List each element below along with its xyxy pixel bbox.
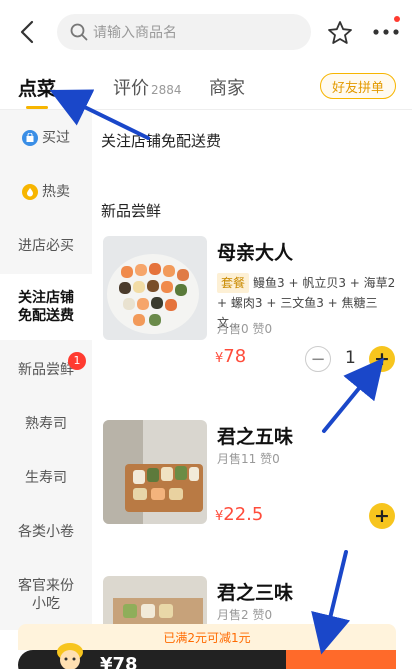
product-name[interactable]: 君之三味 [217, 578, 293, 605]
star-icon[interactable] [326, 19, 354, 47]
tab-bar: 点菜 评价 2884 商家 好友拼单 [0, 64, 412, 110]
sidebar-item-must-buy[interactable]: 进店必买 [0, 228, 92, 264]
sidebar-item-hot[interactable]: 热卖 [0, 174, 92, 210]
product-image-sushi-platter[interactable] [103, 236, 207, 340]
back-chevron-icon[interactable] [14, 18, 42, 46]
sidebar-item-bought[interactable]: 买过 [0, 120, 92, 156]
cart-total-price: ¥78 [100, 654, 138, 669]
product-name[interactable]: 君之五味 [217, 422, 293, 449]
top-bar: 请输入商品名 [0, 0, 412, 64]
more-dots-icon[interactable] [370, 16, 402, 46]
search-placeholder: 请输入商品名 [93, 25, 177, 41]
product-image-sushi-board[interactable] [103, 420, 207, 524]
tab-reviews-label: 评价 [113, 78, 149, 99]
product-stats: 月售2 赞0 [217, 606, 272, 623]
like-count: 赞0 [260, 452, 280, 466]
product-image-sushi-three[interactable] [103, 576, 207, 630]
sidebar-item-snacks[interactable]: 客官来份 小吃 [0, 568, 92, 622]
search-icon [69, 22, 89, 42]
decrease-quantity-button[interactable]: − [305, 346, 331, 372]
sidebar-item-cooked-sushi[interactable]: 熟寿司 [0, 406, 92, 442]
group-order-button[interactable]: 好友拼单 [320, 73, 396, 99]
review-count: 2884 [151, 83, 182, 97]
add-item-button[interactable]: + [369, 346, 395, 372]
price-value: 78 [223, 346, 247, 367]
tab-underline [26, 106, 48, 109]
product-price: ¥78 [215, 346, 246, 367]
product-stats: 月售11 赞0 [217, 450, 280, 467]
monthly-sales: 月售2 [217, 608, 249, 622]
add-item-button[interactable]: + [369, 503, 395, 529]
product-stats: 月售0 赞0 [217, 320, 272, 337]
set-tag: 套餐 [217, 273, 250, 293]
tab-merchant[interactable]: 商家 [209, 74, 245, 100]
monthly-sales: 月售11 [217, 452, 257, 466]
sidebar-item-label: 热卖 [42, 184, 70, 200]
sidebar-item-new[interactable]: 新品尝鲜 1 [0, 352, 92, 388]
section-title-new: 新品尝鲜 [101, 202, 162, 220]
flame-icon [22, 184, 38, 200]
tab-reviews[interactable]: 评价 2884 [113, 74, 182, 100]
sidebar-item-follow-free-delivery[interactable]: 关注店铺 免配送费 [0, 274, 92, 340]
new-count-badge: 1 [68, 352, 86, 370]
bag-icon [22, 130, 38, 146]
tab-order[interactable]: 点菜 [18, 74, 56, 101]
sidebar-item-label: 新品尝鲜 [18, 362, 74, 378]
section-title-follow: 关注店铺免配送费 [101, 132, 222, 150]
like-count: 赞0 [252, 322, 273, 336]
sidebar-item-small-rolls[interactable]: 各类小卷 [0, 514, 92, 550]
sidebar-item-raw-sushi[interactable]: 生寿司 [0, 460, 92, 496]
search-input[interactable]: 请输入商品名 [57, 14, 311, 50]
notification-dot [394, 16, 400, 22]
like-count: 赞0 [252, 608, 273, 622]
product-list: 关注店铺免配送费 新品尝鲜 母亲大人 套餐 鳗鱼3 + 帆立贝3 + 海草2 +… [92, 110, 412, 630]
quantity-value: 1 [345, 348, 356, 368]
product-price: ¥22.5 [215, 504, 263, 525]
monthly-sales: 月售0 [217, 322, 249, 336]
price-value: 22.5 [223, 504, 264, 525]
category-sidebar: 买过 热卖 进店必买 关注店铺 免配送费 新品尝鲜 1 熟寿司 生寿司 各类小卷… [0, 110, 92, 630]
checkout-button[interactable] [286, 650, 396, 669]
mascot-icon[interactable] [54, 640, 86, 669]
product-name[interactable]: 母亲大人 [217, 238, 293, 265]
sidebar-item-label: 买过 [42, 130, 70, 146]
